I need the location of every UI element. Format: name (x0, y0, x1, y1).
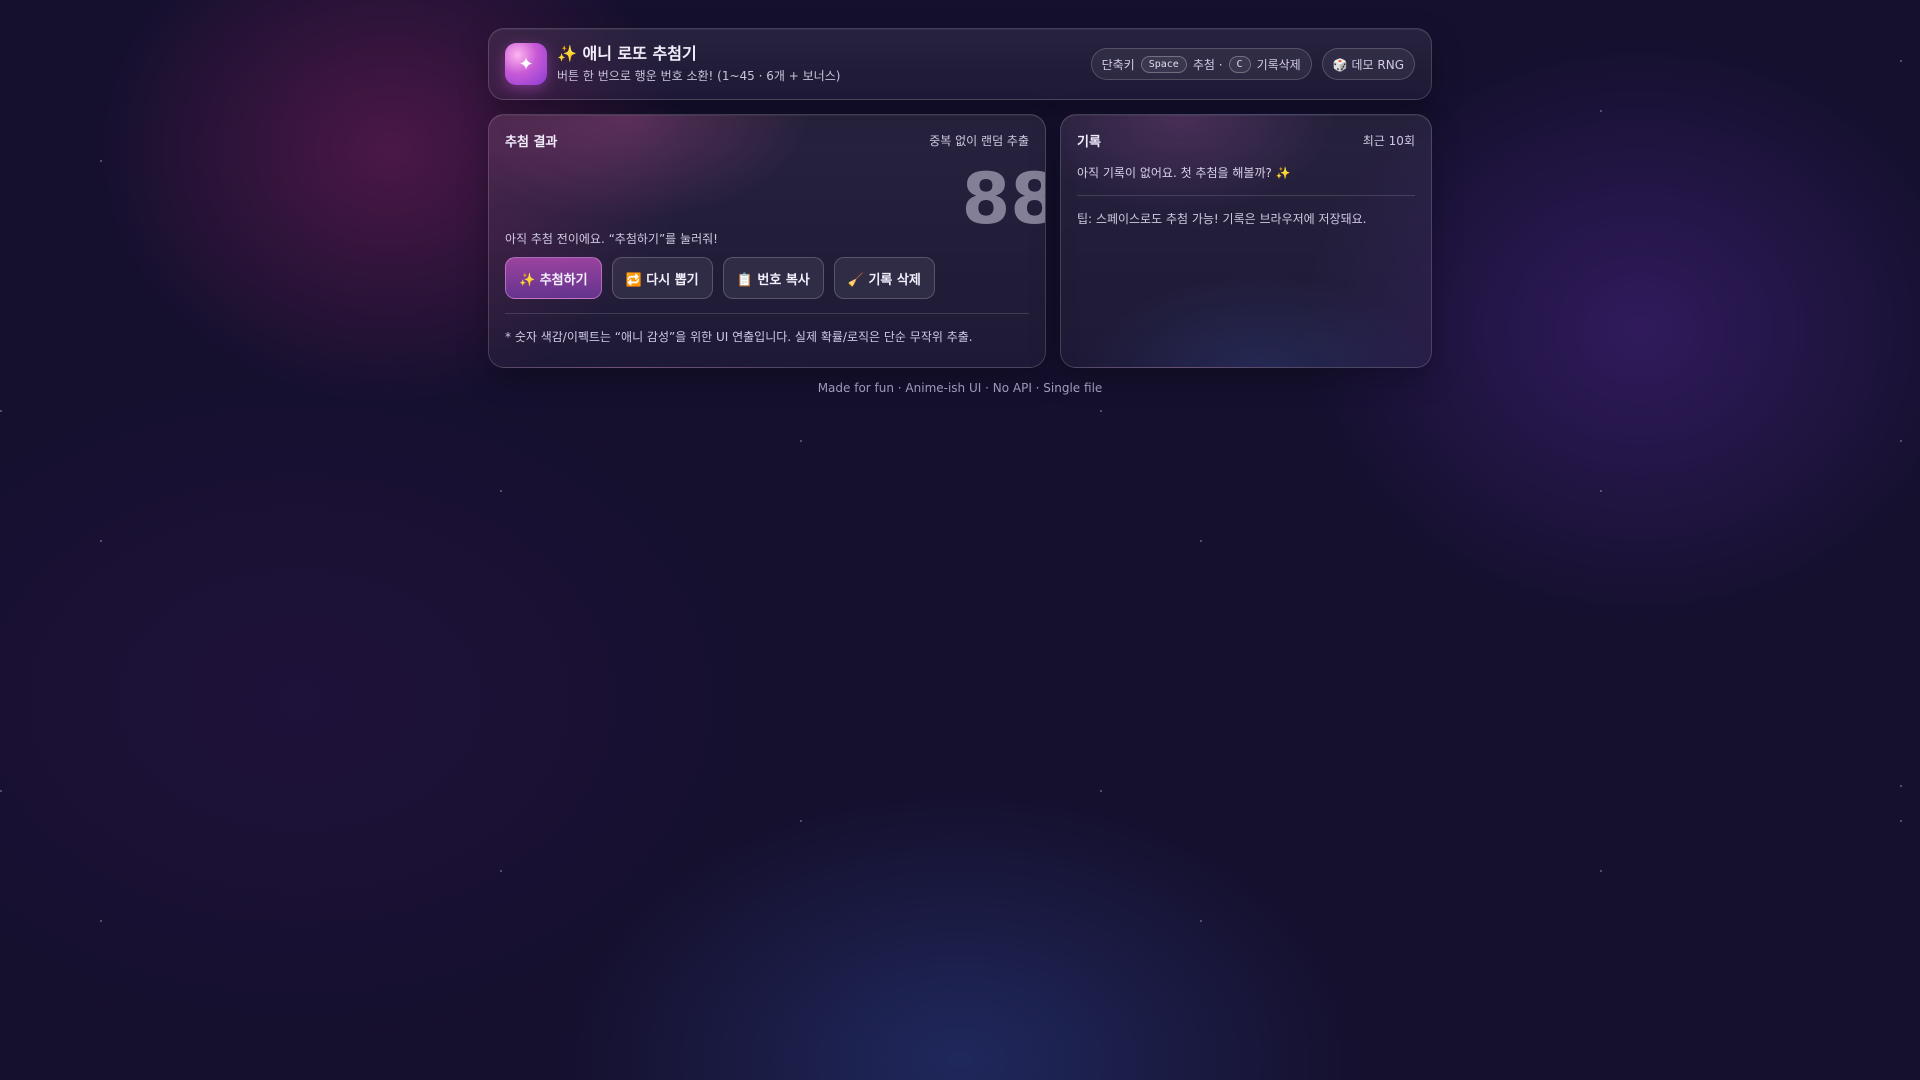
logo-glyph: ✦ (518, 53, 534, 75)
result-panel-header: 추첨 결과 중복 없이 랜덤 추출 (505, 131, 1029, 150)
app-subtitle: 버튼 한 번으로 행운 번호 소환! (1~45 · 6개 + 보너스) (557, 69, 841, 83)
shortcut-clear-label: 기록삭제 (1256, 57, 1301, 72)
copy-numbers-button[interactable]: 📋 번호 복사 (722, 257, 824, 299)
history-title: 기록 (1077, 135, 1101, 150)
result-panel: 추첨 결과 중복 없이 랜덤 추출 88 아직 추첨 전이에요. “추첨하기”를… (488, 114, 1046, 368)
footer: Made for fun · Anime-ish UI · No API · S… (817, 381, 1103, 395)
decorative-number-glyph: 88 (961, 158, 1045, 240)
history-meta: 최근 10회 (1362, 134, 1415, 148)
app-title: ✨ 애니 로또 추첨기 (557, 44, 697, 63)
app-header: ✦ ✨ 애니 로또 추첨기 버튼 한 번으로 행운 번호 소환! (1~45 ·… (488, 28, 1432, 100)
c-key-badge: C (1228, 55, 1251, 73)
ball-display-area: 88 (505, 150, 1045, 234)
rng-toggle-button[interactable]: 🎲 데모 RNG (1321, 48, 1415, 80)
draw-button[interactable]: ✨ 추첨하기 (505, 257, 602, 299)
history-panel-header: 기록 최근 10회 (1077, 131, 1415, 150)
history-divider (1077, 195, 1415, 196)
shortcut-draw-label: 추첨 · (1192, 57, 1223, 72)
main-row: 추첨 결과 중복 없이 랜덤 추출 88 아직 추첨 전이에요. “추첨하기”를… (488, 114, 1432, 368)
header-actions: 단축키 Space 추첨 · C 기록삭제 🎲 데모 RNG (1090, 48, 1415, 80)
shortcut-hint: 단축키 Space 추첨 · C 기록삭제 (1090, 48, 1312, 80)
result-divider (505, 313, 1029, 314)
result-meta: 중복 없이 랜덤 추출 (929, 134, 1029, 148)
draw-status: 아직 추첨 전이에요. “추첨하기”를 눌러줘! (505, 232, 718, 246)
space-key-badge: Space (1140, 55, 1187, 73)
history-empty-message: 아직 기록이 없어요. 첫 추첨을 해볼까? ✨ (1077, 166, 1291, 180)
app-container: ✦ ✨ 애니 로또 추첨기 버튼 한 번으로 행운 번호 소환! (1~45 ·… (488, 28, 1432, 395)
clear-history-button[interactable]: 🧹 기록 삭제 (833, 257, 935, 299)
shortcut-label: 단축키 (1101, 57, 1135, 72)
result-title: 추첨 결과 (505, 135, 558, 150)
title-block: ✨ 애니 로또 추첨기 버튼 한 번으로 행운 번호 소환! (1~45 · 6… (557, 44, 840, 84)
history-panel: 기록 최근 10회 아직 기록이 없어요. 첫 추첨을 해볼까? ✨ 팁: 스페… (1060, 114, 1432, 368)
redraw-button[interactable]: 🔁 다시 뽑기 (611, 257, 713, 299)
action-buttons: ✨ 추첨하기 🔁 다시 뽑기 📋 번호 복사 🧹 기록 삭제 (505, 257, 1029, 299)
history-tip: 팁: 스페이스로도 추첨 가능! 기록은 브라우저에 저장돼요. (1077, 212, 1367, 226)
sparkle-logo-icon: ✦ (505, 43, 547, 85)
rng-label: 🎲 데모 RNG (1332, 57, 1404, 72)
disclaimer-note: * 숫자 색감/이펙트는 “애니 감성”을 위한 UI 연출입니다. 실제 확률… (505, 330, 973, 344)
